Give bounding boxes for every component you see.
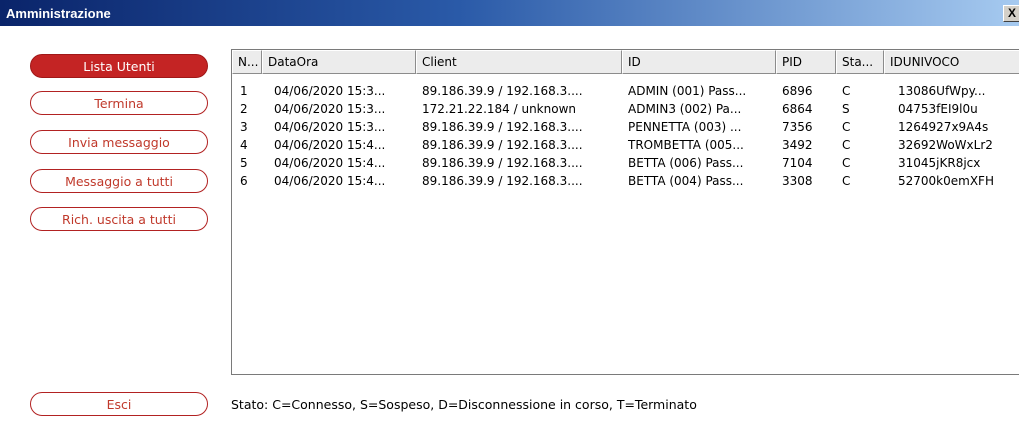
cell-client: 89.186.39.9 / 192.168.3.... (422, 174, 583, 188)
cell-id: BETTA (006) Pass... (628, 156, 744, 170)
column-header-pid[interactable]: PID (776, 50, 836, 74)
cell-pid: 7356 (782, 120, 813, 134)
esci-button[interactable]: Esci (30, 392, 208, 416)
close-icon[interactable]: X (1003, 5, 1019, 22)
status-legend: Stato: C=Connesso, S=Sospeso, D=Disconne… (231, 397, 697, 412)
table-row[interactable]: 5 04/06/2020 15:4... 89.186.39.9 / 192.1… (232, 155, 1019, 172)
cell-client: 89.186.39.9 / 192.168.3.... (422, 138, 583, 152)
column-header-client[interactable]: Client (416, 50, 622, 74)
cell-id: BETTA (004) Pass... (628, 174, 744, 188)
cell-stato: S (842, 102, 850, 116)
termina-button[interactable]: Termina (30, 91, 208, 115)
cell-id: ADMIN3 (002) Pa... (628, 102, 742, 116)
users-table[interactable]: N... DataOra Client ID PID Sta... IDUNIV… (231, 49, 1019, 375)
cell-dataora: 04/06/2020 15:3... (274, 102, 386, 116)
cell-pid: 3308 (782, 174, 813, 188)
cell-stato: C (842, 174, 851, 188)
cell-idunivoco: 04753fEI9l0u (898, 102, 978, 116)
cell-pid: 3492 (782, 138, 813, 152)
cell-idunivoco: 52700k0emXFH (898, 174, 994, 188)
table-row[interactable]: 2 04/06/2020 15:3... 172.21.22.184 / unk… (232, 101, 1019, 118)
cell-idunivoco: 1264927x9A4s (898, 120, 989, 134)
richiesta-uscita-button[interactable]: Rich. uscita a tutti (30, 207, 208, 231)
table-row[interactable]: 1 04/06/2020 15:3... 89.186.39.9 / 192.1… (232, 83, 1019, 100)
cell-stato: C (842, 84, 851, 98)
cell-id: PENNETTA (003) ... (628, 120, 742, 134)
table-row[interactable]: 4 04/06/2020 15:4... 89.186.39.9 / 192.1… (232, 137, 1019, 154)
title-bar[interactable]: Amministrazione X (0, 0, 1019, 26)
column-header-stato[interactable]: Sta... (836, 50, 884, 74)
messaggio-a-tutti-button[interactable]: Messaggio a tutti (30, 169, 208, 193)
cell-client: 89.186.39.9 / 192.168.3.... (422, 120, 583, 134)
column-header-id[interactable]: ID (622, 50, 776, 74)
cell-pid: 6864 (782, 102, 813, 116)
table-row[interactable]: 3 04/06/2020 15:3... 89.186.39.9 / 192.1… (232, 119, 1019, 136)
invia-messaggio-button[interactable]: Invia messaggio (30, 130, 208, 154)
cell-n: 6 (240, 174, 248, 188)
cell-client: 172.21.22.184 / unknown (422, 102, 576, 116)
cell-idunivoco: 31045jKR8jcx (898, 156, 981, 170)
cell-client: 89.186.39.9 / 192.168.3.... (422, 84, 583, 98)
cell-n: 5 (240, 156, 248, 170)
lista-utenti-button[interactable]: Lista Utenti (30, 54, 208, 78)
cell-pid: 6896 (782, 84, 813, 98)
cell-n: 3 (240, 120, 248, 134)
cell-dataora: 04/06/2020 15:3... (274, 84, 386, 98)
column-header-dataora[interactable]: DataOra (262, 50, 416, 74)
cell-client: 89.186.39.9 / 192.168.3.... (422, 156, 583, 170)
cell-n: 1 (240, 84, 248, 98)
cell-dataora: 04/06/2020 15:4... (274, 174, 386, 188)
column-header-idunivoco[interactable]: IDUNIVOCO (884, 50, 1019, 74)
cell-n: 4 (240, 138, 248, 152)
cell-idunivoco: 32692WoWxLr2 (898, 138, 993, 152)
cell-n: 2 (240, 102, 248, 116)
cell-dataora: 04/06/2020 15:3... (274, 120, 386, 134)
cell-stato: C (842, 156, 851, 170)
cell-id: ADMIN (001) Pass... (628, 84, 747, 98)
cell-idunivoco: 13086UfWpy... (898, 84, 986, 98)
cell-stato: C (842, 120, 851, 134)
cell-stato: C (842, 138, 851, 152)
table-row[interactable]: 6 04/06/2020 15:4... 89.186.39.9 / 192.1… (232, 173, 1019, 190)
cell-dataora: 04/06/2020 15:4... (274, 156, 386, 170)
window-title: Amministrazione (6, 6, 111, 21)
column-header-n[interactable]: N... (232, 50, 262, 74)
cell-pid: 7104 (782, 156, 813, 170)
cell-dataora: 04/06/2020 15:4... (274, 138, 386, 152)
cell-id: TROMBETTA (005... (628, 138, 744, 152)
table-header: N... DataOra Client ID PID Sta... IDUNIV… (232, 50, 1019, 74)
